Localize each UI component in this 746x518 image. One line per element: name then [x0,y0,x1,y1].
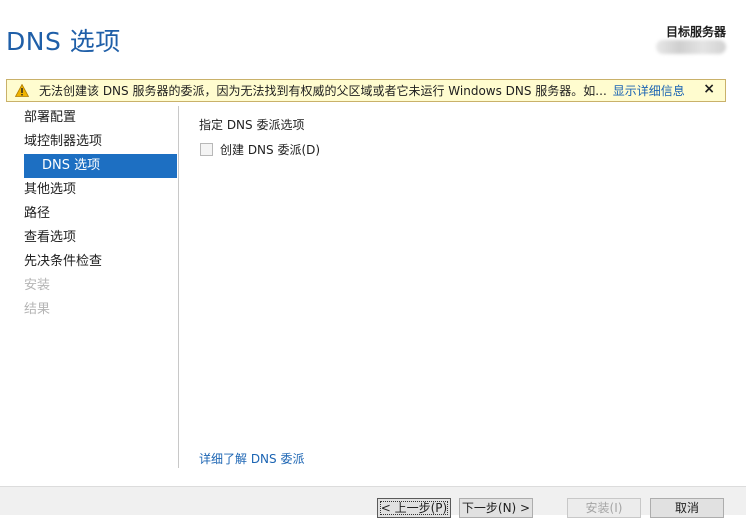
previous-button[interactable]: < 上一步(P) [377,498,451,518]
target-server-name [656,40,726,54]
nav-item-prerequisites-check[interactable]: 先决条件检查 [0,250,178,274]
warning-icon [15,84,35,97]
create-dns-delegation-checkbox[interactable] [200,143,213,156]
content-panel: 指定 DNS 委派选项 创建 DNS 委派(D) [199,116,320,158]
create-dns-delegation-label: 创建 DNS 委派(D) [220,143,321,157]
nav-item-deployment-config[interactable]: 部署配置 [0,106,178,130]
nav-divider [178,106,179,468]
section-title: 指定 DNS 委派选项 [199,118,305,132]
nav-item-dns-options[interactable]: DNS 选项 [24,154,177,178]
footer-bar: < 上一步(P) 下一步(N) > 安装(I) 取消 [0,486,746,518]
target-server-label: 目标服务器 [665,25,726,39]
page-title: DNS 选项 [6,27,121,56]
nav-item-dc-options[interactable]: 域控制器选项 [0,130,178,154]
nav-item-review-options[interactable]: 查看选项 [0,226,178,250]
create-dns-delegation-row[interactable]: 创建 DNS 委派(D) [200,141,320,158]
wizard-nav: 部署配置 域控制器选项 DNS 选项 其他选项 路径 查看选项 先决条件检查 安… [0,106,178,322]
warning-bar: 无法创建该 DNS 服务器的委派，因为无法找到有权威的父区域或者它未运行 Win… [6,79,726,102]
warning-message: 无法创建该 DNS 服务器的委派，因为无法找到有权威的父区域或者它未运行 Win… [39,84,607,98]
next-button[interactable]: 下一步(N) > [459,498,533,518]
show-details-link[interactable]: 显示详细信息 [613,82,685,99]
nav-item-results: 结果 [24,302,51,317]
nav-item-installation: 安装 [24,278,51,293]
cancel-button[interactable]: 取消 [650,498,724,518]
close-icon[interactable]: × [703,81,715,97]
nav-item-additional-options[interactable]: 其他选项 [0,178,178,202]
nav-item-paths[interactable]: 路径 [0,202,178,226]
install-button: 安装(I) [567,498,641,518]
learn-more-dns-delegation-link[interactable]: 详细了解 DNS 委派 [199,450,304,467]
